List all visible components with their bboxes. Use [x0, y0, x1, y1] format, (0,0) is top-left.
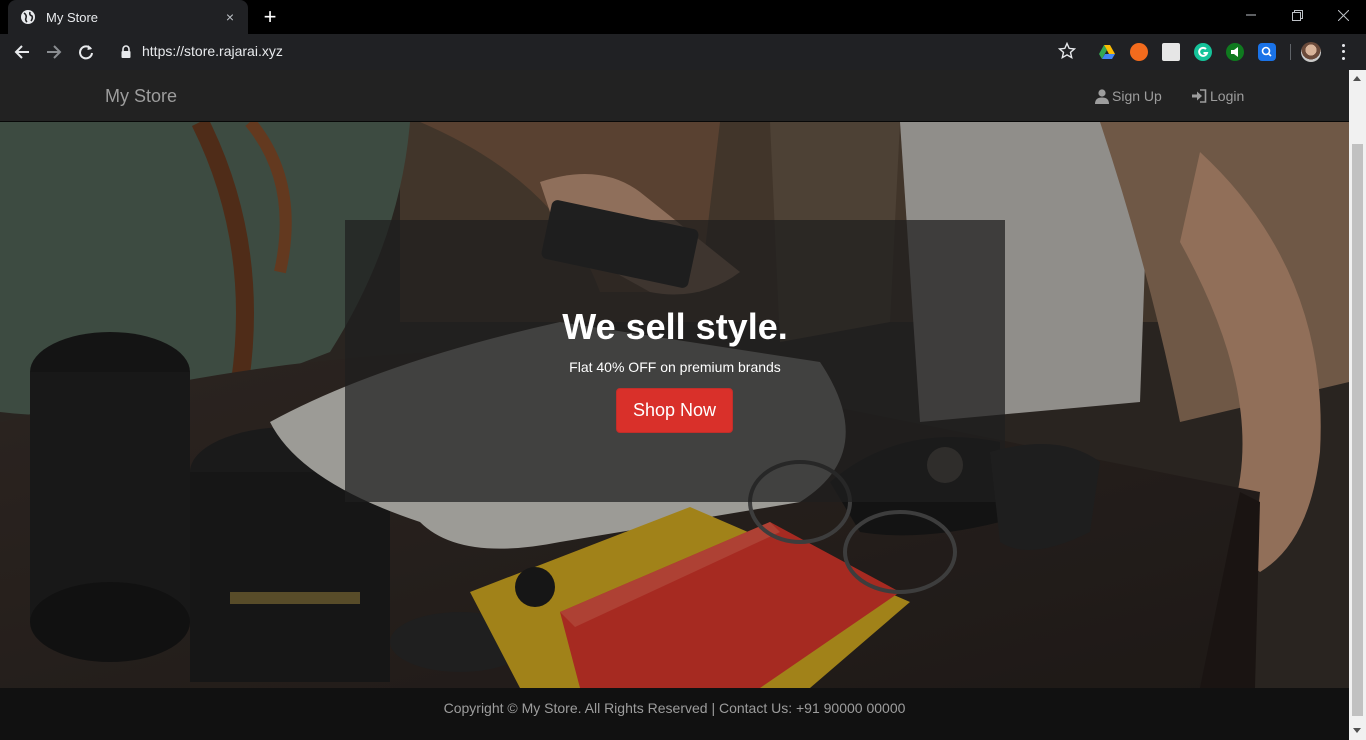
scrollbar-thumb[interactable]	[1352, 144, 1363, 716]
hero-section: We sell style. Flat 40% OFF on premium b…	[0, 122, 1349, 688]
scroll-down-arrow-icon[interactable]	[1353, 728, 1361, 733]
banner-subtitle: Flat 40% OFF on premium brands	[569, 359, 781, 375]
google-drive-icon[interactable]	[1098, 43, 1116, 61]
close-tab-icon[interactable]: ×	[222, 9, 238, 25]
browser-menu-icon[interactable]	[1337, 42, 1349, 62]
extension-sound-icon[interactable]	[1226, 43, 1244, 61]
forward-arrow-icon[interactable]	[44, 42, 64, 62]
login-label: Login	[1210, 88, 1245, 104]
shop-now-button[interactable]: Shop Now	[616, 388, 733, 433]
browser-tab[interactable]: My Store ×	[8, 0, 248, 34]
scroll-up-arrow-icon[interactable]	[1353, 76, 1361, 81]
brand-link[interactable]: My Store	[105, 86, 177, 107]
browser-tabstrip: My Store × +	[0, 0, 1366, 34]
banner-title: We sell style.	[562, 306, 788, 347]
back-arrow-icon[interactable]	[12, 42, 32, 62]
toolbar-divider	[1290, 44, 1291, 60]
bookmark-star-icon[interactable]	[1057, 41, 1077, 60]
new-tab-button[interactable]: +	[258, 6, 282, 30]
browser-toolbar: https://store.rajarai.xyz	[0, 34, 1366, 70]
page-viewport: My Store Sign Up Login We sell style. Fl…	[0, 70, 1349, 740]
user-icon	[1095, 88, 1109, 104]
extension-search-icon[interactable]	[1258, 43, 1276, 61]
close-window-icon[interactable]	[1320, 0, 1366, 30]
reload-icon[interactable]	[76, 42, 96, 62]
tab-title: My Store	[46, 9, 99, 25]
footer-copyright: Copyright © My Store. All Rights Reserve…	[443, 700, 906, 716]
extension-cube-icon[interactable]	[1162, 43, 1180, 61]
lock-icon[interactable]	[120, 45, 132, 59]
globe-icon	[20, 9, 36, 25]
grammarly-icon[interactable]	[1194, 43, 1212, 61]
login-link[interactable]: Login	[1192, 88, 1244, 104]
signup-link[interactable]: Sign Up	[1095, 88, 1162, 104]
signup-label: Sign Up	[1112, 88, 1162, 104]
profile-avatar[interactable]	[1301, 42, 1321, 62]
address-bar[interactable]: https://store.rajarai.xyz	[142, 43, 283, 59]
minimize-icon[interactable]	[1228, 0, 1274, 30]
restore-icon[interactable]	[1274, 0, 1320, 30]
site-navbar: My Store Sign Up Login	[0, 70, 1349, 122]
page-scrollbar[interactable]	[1349, 70, 1366, 740]
extension-orange-icon[interactable]	[1130, 43, 1148, 61]
promo-banner: We sell style. Flat 40% OFF on premium b…	[345, 220, 1005, 502]
site-footer: Copyright © My Store. All Rights Reserve…	[0, 688, 1349, 740]
login-icon	[1192, 89, 1207, 103]
